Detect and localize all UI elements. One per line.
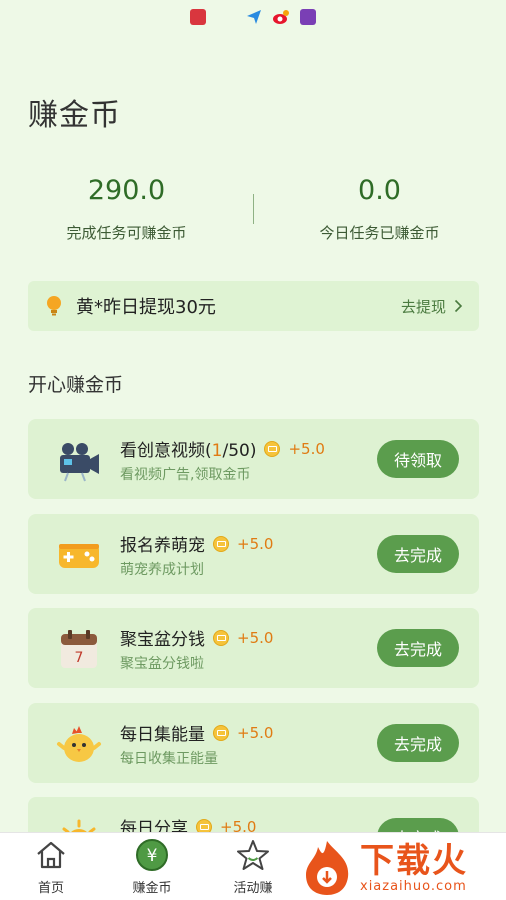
tab-label: 首页 [37, 881, 64, 896]
star-icon [236, 839, 270, 871]
watermark-title: 下载火 [360, 840, 468, 881]
task-title-row: 看创意视频(1/50) +5.0 [120, 436, 325, 462]
section-title: 开心赚金币 [28, 374, 124, 396]
earned-today-stat: 0.0 今日任务已赚金币 [253, 170, 506, 243]
task-card-video: 看创意视频(1/50) +5.0 看视频广告,领取金币 待领取 [28, 419, 479, 499]
coin-stats: 290.0 完成任务可赚金币 0.0 今日任务已赚金币 [0, 170, 506, 250]
book-icon [190, 9, 206, 25]
task-card-pet: 报名养萌宠 +5.0 萌宠养成计划 去完成 [28, 514, 479, 594]
task-description: 聚宝盆分钱啦 [120, 656, 204, 672]
task-title: 看创意视频(1/50) [120, 441, 257, 461]
withdraw-link-label: 去提现 [400, 297, 446, 316]
complete-button[interactable]: 去完成 [377, 629, 459, 667]
page-title: 赚金币 [28, 98, 121, 133]
task-title-row: 报名养萌宠 +5.0 [120, 531, 274, 557]
lightbulb-icon [44, 293, 64, 319]
tab-label: 赚金币 [132, 881, 172, 896]
task-description: 每日收集正能量 [120, 751, 218, 767]
task-reward: +5.0 [237, 628, 274, 647]
flame-logo-icon [306, 841, 349, 895]
watermark: 下载火 xiazaihuo.com [300, 836, 506, 900]
earnable-label: 完成任务可赚金币 [66, 224, 187, 242]
yuan-coin-icon: ¥ [135, 839, 169, 871]
task-reward: +5.0 [237, 534, 274, 553]
home-icon [34, 839, 68, 871]
watermark-url: xiazaihuo.com [360, 878, 467, 894]
task-title: 每日集能量 [120, 725, 205, 745]
tab-label: 活动赚 [233, 881, 273, 896]
calendar-day: 7 [75, 650, 84, 666]
coin-icon [213, 724, 229, 741]
earnable-stat: 290.0 完成任务可赚金币 [0, 170, 253, 243]
complete-button[interactable]: 去完成 [377, 535, 459, 573]
task-description: 看视频广告,领取金币 [120, 467, 251, 483]
task-title-row: 聚宝盆分钱 +5.0 [120, 625, 274, 651]
withdraw-link[interactable]: 去提现 [401, 296, 463, 317]
task-title: 报名养萌宠 [120, 536, 205, 556]
task-description: 萌宠养成计划 [120, 562, 204, 578]
task-card-treasure: 7 聚宝盆分钱 +5.0 聚宝盆分钱啦 去完成 [28, 608, 479, 688]
earned-today-value: 0.0 [358, 175, 401, 206]
coin-icon [213, 629, 229, 646]
complete-button[interactable]: 去完成 [377, 724, 459, 762]
earned-today-label: 今日任务已赚金币 [319, 224, 440, 242]
calendar-icon: 7 [56, 626, 102, 672]
task-card-energy: 每日集能量 +5.0 每日收集正能量 去完成 [28, 703, 479, 783]
task-title-row: 每日集能量 +5.0 [120, 720, 274, 746]
earnable-value: 290.0 [87, 175, 166, 206]
withdraw-notice: 黄*昨日提现30元 去提现 [28, 281, 479, 331]
chevron-right-icon [454, 299, 463, 313]
task-title: 聚宝盆分钱 [120, 630, 205, 650]
tab-activities[interactable]: 活动赚 [208, 839, 298, 896]
gamepad-icon [56, 532, 102, 578]
task-reward: +5.0 [237, 723, 274, 742]
coin-icon [264, 440, 281, 457]
notice-text: 黄*昨日提现30元 [76, 297, 216, 318]
tab-home[interactable]: 首页 [6, 839, 96, 896]
claim-button[interactable]: 待领取 [377, 440, 459, 478]
weibo-icon [273, 10, 289, 24]
video-camera-icon [56, 437, 102, 483]
svg-text:¥: ¥ [147, 846, 158, 866]
status-bar [0, 0, 506, 34]
tab-earn-coins[interactable]: ¥ 赚金币 [107, 839, 197, 896]
send-icon [247, 10, 261, 24]
chick-icon [56, 721, 102, 767]
coin-icon [213, 535, 229, 552]
app-icon [300, 9, 316, 25]
task-reward: +5.0 [288, 439, 325, 458]
